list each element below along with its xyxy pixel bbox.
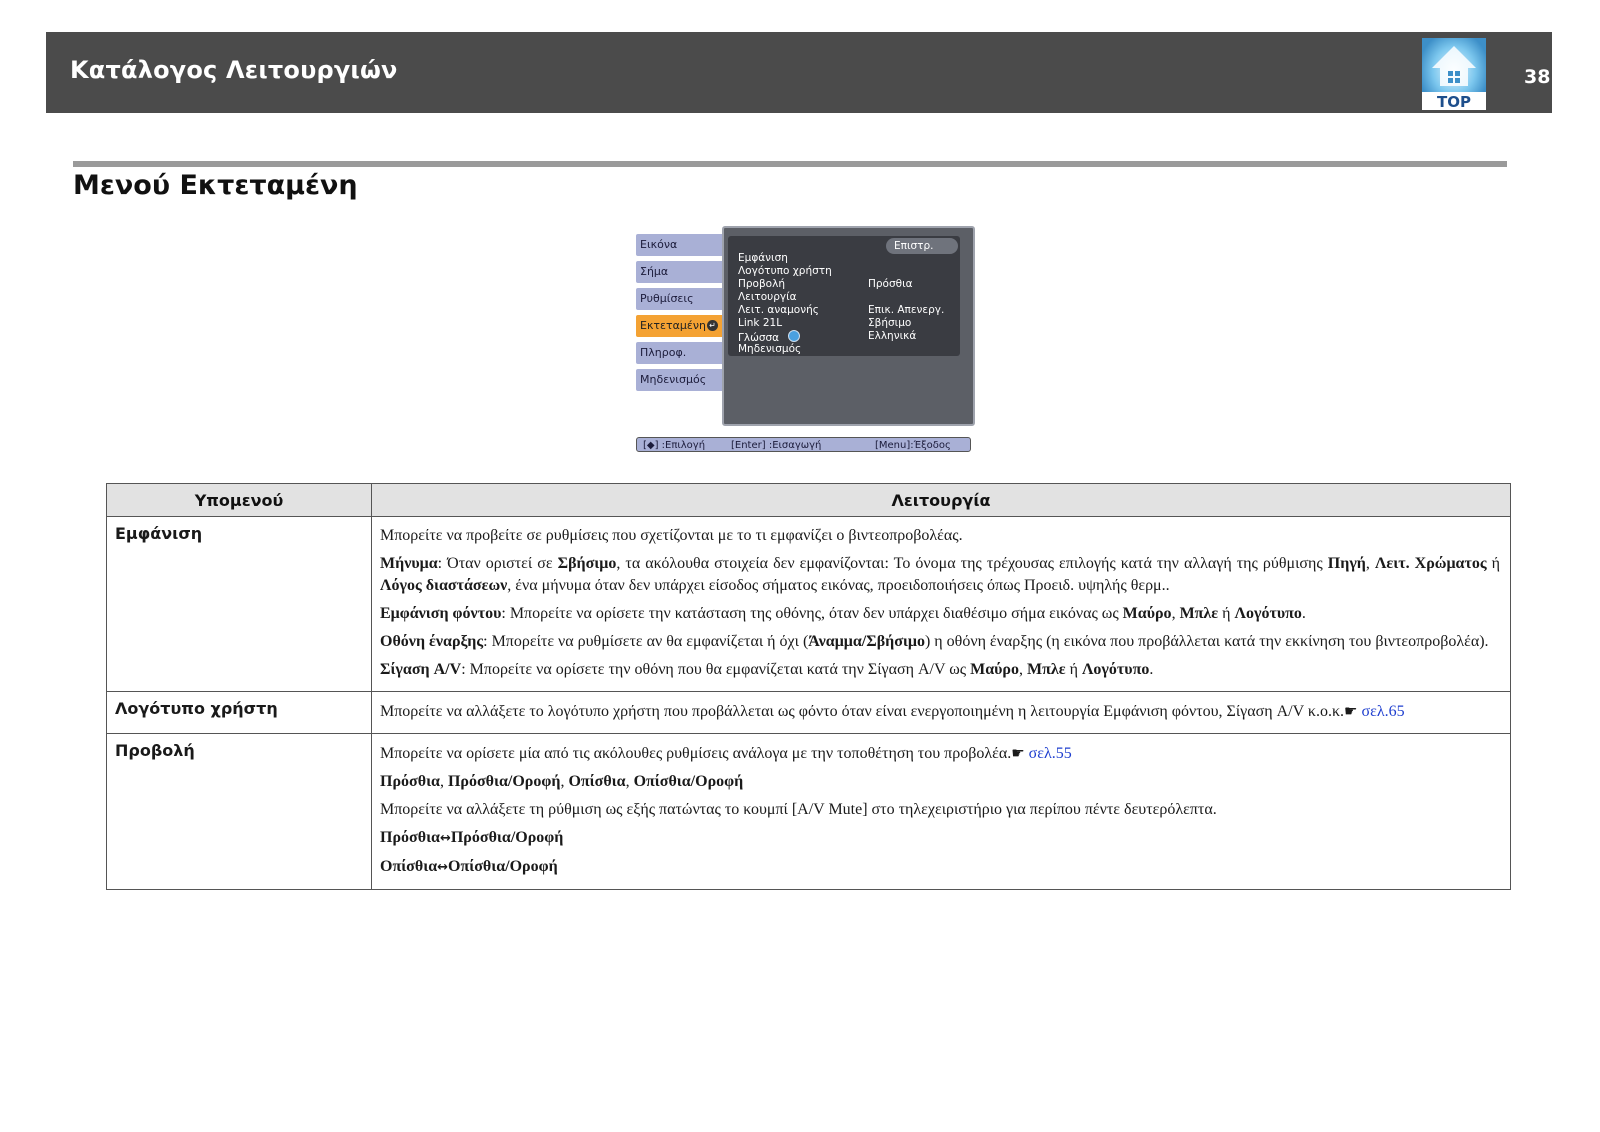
hand-pointer-icon: ☛ (1344, 702, 1358, 720)
menu-value-language: Ελληνικά (868, 330, 917, 342)
header-bar: Κατάλογος Λειτουργιών TOP 38 (46, 32, 1552, 113)
menu-item-standby: Λειτ. αναμονής (738, 304, 819, 316)
header-submenu: Υπομενού (106, 483, 372, 517)
menu-tab-image: Εικόνα (636, 234, 724, 256)
menu-item-projection: Προβολή (738, 278, 785, 290)
display-av-mute: Σίγαση A/V: Μπορείτε να ορίσετε την οθόν… (380, 661, 1154, 678)
menu-tab-reset: Μηδενισμός (636, 369, 724, 391)
table-header-row: Υπομενού Λειτουργία (106, 483, 1511, 517)
top-label: TOP (1437, 93, 1471, 110)
menu-item-display: Εμφάνιση (738, 252, 788, 264)
menu-panel: Επιστρ. Εμφάνιση Λογότυπο χρήστη Προβολή… (722, 226, 975, 426)
menu-tab-extended: Εκτεταμένη ↵ (636, 315, 724, 337)
double-arrow-icon: ↔ (437, 860, 449, 875)
row-desc-display: Μπορείτε να προβείτε σε ρυθμίσεις που σχ… (371, 516, 1511, 692)
extended-menu-screenshot: Εικόνα Σήμα Ρυθμίσεις Εκτεταμένη ↵ Πληρο… (634, 224, 975, 454)
projection-intro: Μπορείτε να ορίσετε μία από τις ακόλουθε… (380, 744, 1072, 762)
projection-note: Μπορείτε να αλλάξετε τη ρύθμιση ως εξής … (380, 801, 1217, 818)
display-intro: Μπορείτε να προβείτε σε ρυθμίσεις που σχ… (380, 527, 963, 544)
menu-value-link21l: Σβήσιμο (868, 317, 912, 329)
user-logo-text: Μπορείτε να αλλάξετε το λογότυπο χρήστη … (380, 702, 1405, 720)
page-number: 38 (1524, 66, 1551, 88)
globe-icon (788, 330, 801, 342)
table-row: Λογότυπο χρήστη Μπορείτε να αλλάξετε το … (106, 691, 1511, 734)
link-page-55[interactable]: σελ.55 (1029, 745, 1072, 762)
menu-tab-extended-label: Εκτεταμένη (640, 319, 706, 332)
menu-item-language: Γλώσσα (738, 330, 801, 344)
header-function: Λειτουργία (371, 483, 1511, 517)
menu-value-standby: Επικ. Απενεργ. (868, 304, 945, 316)
projection-swap-rear: Οπίσθια↔Οπίσθια/Οροφή (380, 858, 558, 875)
function-table: Υπομενού Λειτουργία Εμφάνιση Μπορείτε να… (106, 483, 1511, 890)
home-top-icon[interactable]: TOP (1422, 38, 1486, 111)
menu-status-bar: [◆] :Επιλογή [Enter] :Εισαγωγή [Menu]:Έξ… (636, 437, 971, 452)
projection-swap-front: Πρόσθια↔Πρόσθια/Οροφή (380, 829, 564, 846)
row-name-projection: Προβολή (106, 733, 372, 890)
menu-back-button: Επιστρ. (886, 238, 958, 254)
link-page-65[interactable]: σελ.65 (1361, 703, 1404, 720)
display-startup-screen: Οθόνη έναρξης: Μπορείτε να ρυθμίσετε αν … (380, 633, 1489, 650)
section-divider (73, 161, 1507, 167)
status-enter: [Enter] :Εισαγωγή (731, 440, 822, 451)
table-row: Προβολή Μπορείτε να ορίσετε μία από τις … (106, 733, 1511, 890)
menu-item-reset: Μηδενισμός (738, 343, 802, 355)
row-name-user-logo: Λογότυπο χρήστη (106, 691, 372, 734)
menu-item-link21l: Link 21L (738, 317, 783, 329)
section-title: Μενού Εκτεταμένη (73, 170, 358, 201)
menu-tab-info: Πληροφ. (636, 342, 724, 364)
menu-tab-signal: Σήμα (636, 261, 724, 283)
double-arrow-icon: ↔ (439, 831, 451, 846)
row-desc-projection: Μπορείτε να ορίσετε μία από τις ακόλουθε… (371, 733, 1511, 890)
hand-pointer-icon: ☛ (1011, 744, 1025, 762)
row-name-display: Εμφάνιση (106, 516, 372, 692)
status-exit: [Menu]:Έξοδος (875, 440, 951, 451)
status-select: [◆] :Επιλογή (643, 440, 706, 451)
menu-tab-settings: Ρυθμίσεις (636, 288, 724, 310)
enter-icon: ↵ (707, 320, 718, 331)
menu-value-projection: Πρόσθια (868, 278, 913, 290)
display-background: Εμφάνιση φόντου: Μπορείτε να ορίσετε την… (380, 605, 1306, 622)
projection-options: Πρόσθια, Πρόσθια/Οροφή, Οπίσθια, Οπίσθια… (380, 773, 744, 790)
header-title: Κατάλογος Λειτουργιών (70, 56, 398, 84)
table-row: Εμφάνιση Μπορείτε να προβείτε σε ρυθμίσε… (106, 516, 1511, 692)
row-desc-user-logo: Μπορείτε να αλλάξετε το λογότυπο χρήστη … (371, 691, 1511, 734)
menu-item-operation: Λειτουργία (738, 291, 797, 303)
menu-item-user-logo: Λογότυπο χρήστη (738, 265, 832, 277)
display-message: Μήνυμα: Όταν οριστεί σε Σβήσιμο, τα ακόλ… (380, 555, 1501, 594)
